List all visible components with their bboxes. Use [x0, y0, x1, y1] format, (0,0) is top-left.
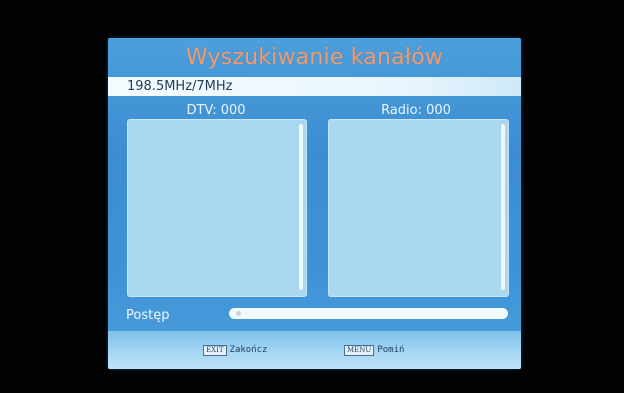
progress-indicator: [236, 311, 241, 316]
dtv-count-label: DTV: 000: [186, 103, 246, 118]
channel-search-dialog: Wyszukiwanie kanałów 198.5MHz/7MHz DTV: …: [108, 38, 521, 369]
exit-key-icon: EXIT: [203, 344, 227, 356]
progress-bar: [229, 308, 508, 319]
footer-hints: EXIT Zakończ MENU Pomiń: [108, 331, 521, 369]
menu-hint-label: Pomiń: [377, 345, 405, 355]
radio-channel-list: [328, 119, 509, 297]
frequency-bar: 198.5MHz/7MHz: [108, 77, 521, 96]
dtv-channel-list: [127, 119, 307, 297]
progress-label: Postęp: [126, 308, 170, 323]
radio-count-label: Radio: 000: [381, 103, 451, 118]
dialog-title: Wyszukiwanie kanałów: [185, 45, 444, 70]
frequency-value: 198.5MHz/7MHz: [127, 79, 233, 94]
exit-hint-label: Zakończ: [229, 345, 268, 355]
menu-key-icon: MENU: [344, 344, 375, 356]
dtv-list-scrollbar[interactable]: [299, 124, 303, 290]
tv-screen: Wyszukiwanie kanałów 198.5MHz/7MHz DTV: …: [0, 0, 624, 393]
radio-list-scrollbar[interactable]: [501, 124, 505, 290]
exit-hint[interactable]: EXIT Zakończ: [203, 343, 267, 357]
menu-hint[interactable]: MENU Pomiń: [344, 343, 404, 357]
